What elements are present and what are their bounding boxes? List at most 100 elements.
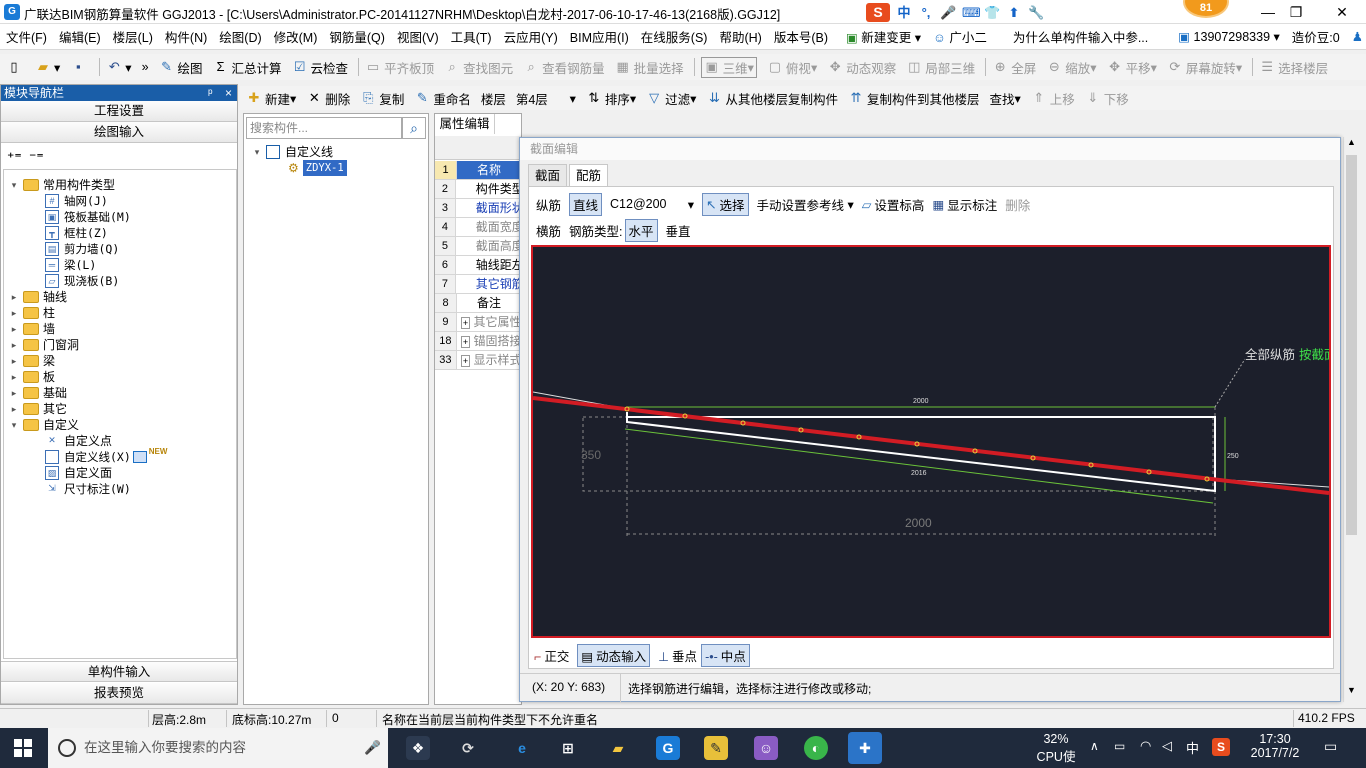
property-row-2[interactable]: 2 构件类型 [435, 180, 521, 199]
tree-column[interactable]: ▸ 柱 [9, 305, 55, 321]
property-edit-tab[interactable]: 属性编辑 [435, 114, 495, 134]
property-row-9[interactable]: 9 + 其它属性 [435, 313, 521, 332]
clock[interactable]: 17:30 2017/7/2 [1248, 732, 1302, 760]
view-rebar-button[interactable]: ⌕ 查看钢筋量 [523, 58, 604, 77]
delete-rebar-button[interactable]: 删除 [1005, 195, 1030, 214]
browser-icon[interactable]: ⟳ [456, 736, 480, 760]
ime-tools-icon[interactable]: 🔧 [1028, 5, 1044, 21]
move-up-button[interactable]: ⇑ 上移 [1031, 89, 1074, 108]
user-account[interactable]: ▣ 13907298339 ▾ [1178, 29, 1280, 44]
menu-online[interactable]: 在线服务(S) [641, 27, 708, 46]
menu-tools[interactable]: 工具(T) [451, 27, 492, 46]
notes-app-icon[interactable]: ✎ [704, 736, 728, 760]
menu-version[interactable]: 版本号(B) [774, 27, 828, 46]
select-floor-button[interactable]: ☰ 选择楼层 [1259, 58, 1328, 77]
draw-button[interactable]: ✎ 绘图 [159, 58, 202, 77]
tray-network-icon[interactable]: ▭ [1114, 739, 1125, 753]
pin-icon[interactable]: ᵖ [208, 85, 213, 101]
copy-to-floor-button[interactable]: ⇈ 复制构件到其他楼层 [848, 89, 980, 108]
cloud-check-button[interactable]: ☑ 云检查 [292, 58, 348, 77]
view-3d-dropdown[interactable]: ▣ 三维 ▾ [700, 56, 757, 78]
single-input-button[interactable]: 单构件输入 [1, 661, 237, 682]
menu-edit[interactable]: 编辑(E) [59, 27, 101, 46]
tree-slab[interactable]: ▸ 板 [9, 369, 55, 385]
show-label-button[interactable]: ▦ 显示标注 [932, 195, 997, 214]
toolbar-overflow[interactable]: » [142, 60, 149, 74]
menu-modify[interactable]: 修改(M) [274, 27, 318, 46]
property-row-3[interactable]: 3 截面形状 [435, 199, 521, 218]
taskbar-search-input[interactable]: 在这里输入你要搜索的内容 🎤 [48, 728, 388, 768]
ime-toolbar[interactable]: S 中 °, 🎤 ⌨ 👕 ⬆ 🔧 [866, 3, 1044, 22]
batch-select-button[interactable]: ▦ 批量选择 [615, 58, 683, 77]
tree-axis[interactable]: ▸ 轴线 [9, 289, 67, 305]
copy-from-floor-button[interactable]: ⇊ 从其他楼层复制构件 [706, 89, 838, 108]
tree-item-shear-wall[interactable]: ▤ 剪力墙(Q) [45, 241, 119, 257]
report-preview-button[interactable]: 报表预览 [1, 683, 237, 704]
menu-help[interactable]: 帮助(H) [719, 27, 761, 46]
green-app-icon[interactable]: ◐ [804, 736, 828, 760]
menu-component[interactable]: 构件(N) [165, 27, 207, 46]
fullscreen-button[interactable]: ⊕ 全屏 [992, 58, 1036, 77]
ime-punct-icon[interactable]: °, [918, 5, 934, 21]
property-row-33[interactable]: 33 + 显示样式 [435, 351, 521, 370]
menu-draw[interactable]: 绘图(D) [219, 27, 261, 46]
ime-skin-icon[interactable]: 👕 [984, 5, 1000, 21]
notification-center-icon[interactable]: ▭ [1324, 738, 1337, 755]
property-row-5[interactable]: 5 截面高度 [435, 237, 521, 256]
menu-bim[interactable]: BIM应用(I) [570, 27, 629, 46]
tree-item-frame-column[interactable]: ┳ 框柱(Z) [45, 225, 108, 241]
tree-beam[interactable]: ▸ 梁 [9, 353, 55, 369]
expand-plus-icon[interactable]: + [460, 336, 471, 348]
tree-item-slab[interactable]: ▱ 现浇板(B) [45, 273, 119, 289]
notification-icon[interactable]: ♟ [1352, 29, 1363, 44]
edge-icon[interactable]: e [510, 736, 534, 760]
language-indicator[interactable]: 中 [1186, 738, 1199, 757]
manual-ref-line-button[interactable]: 手动设置参考线 ▾ [757, 195, 854, 214]
filter-button[interactable]: ▽ 过滤 ▾ [646, 89, 696, 108]
level-badge[interactable]: 81 [1183, 0, 1229, 18]
floor-select[interactable]: 第4层 ▾ [516, 89, 576, 108]
tree-item-custom-line[interactable]: 自定义线(X) NEW [45, 447, 167, 465]
new-file-button[interactable]: ▯ [6, 59, 25, 75]
assistant-button[interactable]: ☺ 广小二 [933, 27, 987, 46]
vertical-button[interactable]: 垂直 [666, 221, 691, 240]
windows-start-icon[interactable] [14, 739, 32, 757]
menu-floor[interactable]: 楼层(L) [113, 27, 153, 46]
volume-icon[interactable]: ◁ [1162, 738, 1172, 754]
expand-plus-icon[interactable]: + [460, 317, 471, 329]
store-icon[interactable]: ⊞ [556, 736, 580, 760]
scroll-thumb[interactable] [1346, 155, 1357, 535]
move-down-button[interactable]: ⇓ 下移 [1085, 89, 1128, 108]
tree-door-window[interactable]: ▸ 门窗洞 [9, 337, 79, 353]
explorer-icon[interactable]: ▰ [606, 736, 630, 760]
sum-calc-button[interactable]: Σ 汇总计算 [213, 58, 282, 77]
search-component-input[interactable]: 搜索构件... [246, 117, 402, 139]
copy-component-button[interactable]: ⎘ 复制 [360, 89, 404, 108]
drawing-canvas[interactable]: 2000 350 2000 2016 250 全部纵筋 按截 [531, 245, 1331, 638]
tree-other[interactable]: ▸ 其它 [9, 401, 67, 417]
scroll-up-icon[interactable]: ▲ [1344, 137, 1359, 153]
property-row-6[interactable]: 6 轴线距左 [435, 256, 521, 275]
top-view-button[interactable]: ▢ 俯视 ▾ [767, 58, 817, 77]
select-button[interactable]: ↖ 选择 [702, 192, 749, 216]
set-elevation-button[interactable]: ▱ 设置标高 [862, 195, 925, 214]
menu-view[interactable]: 视图(V) [397, 27, 439, 46]
sogou-tray-icon[interactable]: S [1212, 738, 1230, 756]
task-view-icon[interactable]: ❖ [406, 736, 430, 760]
restore-button[interactable]: ❐ [1276, 2, 1316, 22]
property-row-18[interactable]: 18 + 锚固搭接 [435, 332, 521, 351]
ime-chinese-icon[interactable]: 中 [896, 5, 912, 21]
flat-board-button[interactable]: ▭ 平齐板顶 [365, 58, 434, 77]
tree-item-axis-grid[interactable]: # 轴网(J) [45, 193, 108, 209]
sogou-icon[interactable]: S [866, 3, 890, 22]
avatar-app-icon[interactable]: ☺ [754, 736, 778, 760]
menu-cloud[interactable]: 云应用(Y) [504, 27, 558, 46]
property-row-4[interactable]: 4 截面宽度 [435, 218, 521, 237]
horizontal-button[interactable]: 水平 [624, 218, 658, 242]
straight-button[interactable]: 直线 [569, 192, 603, 216]
menu-file[interactable]: 文件(F) [6, 27, 47, 46]
new-component-button[interactable]: ✚ 新建 ▾ [246, 89, 297, 108]
new-change-button[interactable]: ▣ 新建变更 ▾ [846, 27, 921, 46]
undo-button[interactable]: ↶ ▾ [106, 59, 132, 75]
open-file-button[interactable]: ▰ ▾ [35, 59, 60, 75]
